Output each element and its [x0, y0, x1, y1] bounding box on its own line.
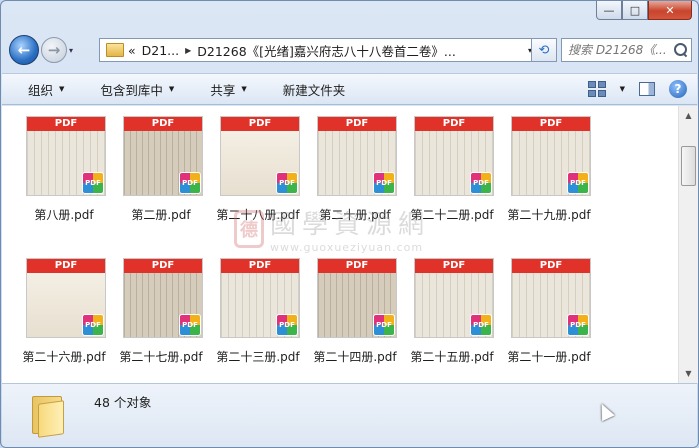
- minimize-button[interactable]: —: [596, 1, 622, 20]
- pdf-thumbnail: PDF PDF: [123, 116, 203, 196]
- view-options-chevron-icon[interactable]: ▼: [620, 85, 625, 93]
- pdf-file-icon: PDF: [82, 314, 104, 336]
- organize-menu[interactable]: 组织 ▼: [10, 80, 82, 99]
- thumbnail-header: PDF: [124, 117, 202, 131]
- help-icon[interactable]: ?: [669, 80, 687, 98]
- file-name: 第二十六册.pdf: [22, 350, 106, 364]
- pdf-thumbnail: PDF PDF: [26, 258, 106, 338]
- breadcrumb-current[interactable]: D21268《[光绪]嘉兴府志八十八卷首二卷》...: [197, 41, 456, 60]
- pdf-thumbnail: PDF PDF: [123, 258, 203, 338]
- chevron-down-icon: ▼: [241, 85, 247, 93]
- pdf-thumbnail: PDF PDF: [511, 116, 591, 196]
- chevron-down-icon: ▼: [168, 85, 175, 93]
- pdf-thumbnail: PDF PDF: [414, 116, 494, 196]
- item-count: 48 个对象: [94, 395, 152, 410]
- pdf-thumbnail: PDF PDF: [414, 258, 494, 338]
- new-folder-label: 新建文件夹: [282, 82, 346, 98]
- search-input[interactable]: [562, 43, 674, 57]
- close-button[interactable]: ✕: [648, 1, 692, 20]
- scroll-down-icon[interactable]: ▼: [680, 365, 697, 382]
- file-name: 第二册.pdf: [131, 208, 191, 222]
- thumbnail-header: PDF: [512, 259, 590, 273]
- file-name: 第二十五册.pdf: [410, 350, 494, 364]
- folder-icon: [106, 43, 124, 57]
- pdf-thumbnail: PDF PDF: [220, 258, 300, 338]
- pdf-file-icon: PDF: [276, 172, 298, 194]
- thumbnail-header: PDF: [415, 117, 493, 131]
- organize-label: 组织: [28, 82, 54, 98]
- pdf-thumbnail: PDF PDF: [26, 116, 106, 196]
- chevron-down-icon: ▼: [59, 85, 65, 93]
- scroll-up-icon[interactable]: ▲: [680, 107, 697, 124]
- file-name: 第二十三册.pdf: [216, 350, 300, 364]
- search-icon[interactable]: [674, 43, 688, 57]
- vertical-scrollbar[interactable]: ▲ ▼: [678, 106, 698, 383]
- forward-button[interactable]: →: [41, 37, 67, 63]
- include-in-library-menu[interactable]: 包含到库中 ▼: [82, 80, 192, 99]
- new-folder-button[interactable]: 新建文件夹: [265, 80, 364, 99]
- thumbnail-header: PDF: [27, 259, 105, 273]
- pdf-thumbnail: PDF PDF: [317, 258, 397, 338]
- file-name: 第二十一册.pdf: [507, 350, 591, 364]
- breadcrumb-item[interactable]: D21...: [142, 43, 179, 58]
- pdf-file-icon: PDF: [373, 314, 395, 336]
- recent-pages-button[interactable]: ▾: [69, 46, 81, 55]
- pdf-file-icon: PDF: [179, 314, 201, 336]
- thumbnail-header: PDF: [124, 259, 202, 273]
- pdf-file-icon: PDF: [567, 172, 589, 194]
- pdf-thumbnail: PDF PDF: [511, 258, 591, 338]
- share-menu[interactable]: 共享 ▼: [192, 80, 264, 99]
- pdf-file-icon: PDF: [276, 314, 298, 336]
- refresh-button[interactable]: ⟲: [531, 38, 557, 62]
- thumbnail-header: PDF: [221, 117, 299, 131]
- file-name: 第二十七册.pdf: [119, 350, 203, 364]
- include-in-library-label: 包含到库中: [100, 82, 163, 98]
- breadcrumb-overflow[interactable]: «: [128, 43, 136, 58]
- view-controls: ▼ ?: [587, 80, 687, 98]
- thumbnail-header: PDF: [318, 259, 396, 273]
- pdf-file-icon: PDF: [82, 172, 104, 194]
- file-name: 第二十册.pdf: [319, 208, 391, 222]
- pdf-file-icon: PDF: [470, 172, 492, 194]
- watermark-url: www.guoxueziyuan.com: [270, 241, 424, 254]
- thumbnail-header: PDF: [27, 117, 105, 131]
- file-name: 第二十九册.pdf: [507, 208, 591, 222]
- file-name: 第二十二册.pdf: [410, 208, 494, 222]
- share-label: 共享: [210, 82, 236, 98]
- pdf-thumbnail: PDF PDF: [317, 116, 397, 196]
- file-name: 第二十八册.pdf: [216, 208, 300, 222]
- breadcrumb-separator-icon[interactable]: ▶: [185, 46, 191, 55]
- navigation-bar: ← → ▾ « D21... ▶ D21268《[光绪]嘉兴府志八十八卷首二卷》…: [9, 34, 692, 66]
- address-bar[interactable]: « D21... ▶ D21268《[光绪]嘉兴府志八十八卷首二卷》... ▾: [99, 38, 537, 62]
- folder-icon: [32, 392, 66, 438]
- thumbnail-header: PDF: [221, 259, 299, 273]
- pdf-thumbnail: PDF PDF: [220, 116, 300, 196]
- file-name: 第二十四册.pdf: [313, 350, 397, 364]
- thumbnail-header: PDF: [318, 117, 396, 131]
- preview-pane-icon[interactable]: [639, 82, 655, 96]
- pdf-file-icon: PDF: [179, 172, 201, 194]
- thumbnail-header: PDF: [415, 259, 493, 273]
- back-button[interactable]: ←: [9, 35, 39, 65]
- scrollbar-thumb[interactable]: [681, 146, 696, 186]
- pdf-file-icon: PDF: [470, 314, 492, 336]
- pdf-file-icon: PDF: [373, 172, 395, 194]
- search-box[interactable]: [561, 38, 692, 62]
- change-view-icon[interactable]: [587, 81, 606, 97]
- details-pane: 48 个对象: [2, 383, 697, 447]
- explorer-window: — □ ✕ ← → ▾ « D21... ▶ D21268《[光绪]嘉兴府志八十…: [0, 0, 699, 448]
- command-bar: 组织 ▼ 包含到库中 ▼ 共享 ▼ 新建文件夹 ▼ ?: [2, 73, 697, 105]
- maximize-button[interactable]: □: [622, 1, 648, 20]
- file-list-pane: PDF PDF 第八册.pdf PDF PDF 第二册.pdf PDF PDF 第二十八册.pd…: [2, 106, 678, 383]
- caption-buttons: — □ ✕: [596, 1, 692, 20]
- pdf-file-icon: PDF: [567, 314, 589, 336]
- file-name: 第八册.pdf: [34, 208, 94, 222]
- thumbnail-header: PDF: [512, 117, 590, 131]
